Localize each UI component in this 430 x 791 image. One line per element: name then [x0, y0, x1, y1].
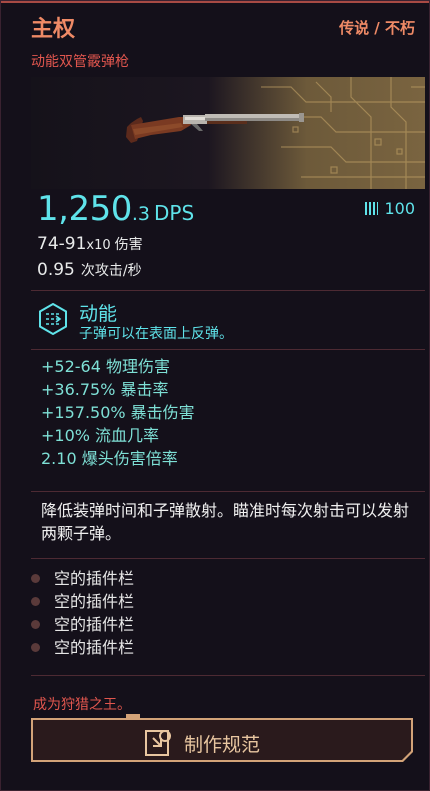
- tech-description: 子弹可以在表面上反弹。: [79, 326, 233, 342]
- mod-slot[interactable]: 空的插件栏: [31, 590, 134, 613]
- divider: [31, 675, 425, 676]
- weapon-image: [31, 77, 425, 189]
- damage-row: 74-91x10 伤害: [37, 234, 143, 254]
- bonus-stat: +52-64 物理伤害: [41, 357, 170, 376]
- slot-dot-icon: [31, 574, 40, 583]
- bonus-stat: 2.10 爆头伤害倍率: [41, 449, 178, 468]
- top-accent-line: [1, 1, 429, 3]
- bonus-stats: +52-64 物理伤害 +36.75% 暴击率 +157.50% 暴击伤害 +1…: [41, 355, 195, 470]
- crafting-spec-button-inner: 制作规范: [33, 720, 411, 760]
- kinetic-tech-icon: [39, 303, 67, 335]
- mod-slot-label: 空的插件栏: [54, 638, 135, 657]
- divider: [31, 290, 425, 291]
- mod-slot-label: 空的插件栏: [54, 615, 135, 634]
- divider: [31, 349, 425, 350]
- crafting-spec-label: 制作规范: [183, 734, 260, 756]
- mod-slot[interactable]: 空的插件栏: [31, 567, 134, 590]
- attack-rate-row: 0.95 次攻击/秒: [37, 260, 142, 280]
- slot-dot-icon: [31, 643, 40, 652]
- dps-decimal: .3: [131, 203, 150, 225]
- item-description: 降低装弹时间和子弹散射。瞄准时每次射击可以发射两颗子弹。: [41, 501, 410, 543]
- item-rarity: 传说 / 不朽: [339, 19, 415, 37]
- tech-type: 动能: [79, 303, 118, 325]
- slot-dot-icon: [31, 597, 40, 606]
- crafting-spec-button[interactable]: 制作规范: [31, 718, 413, 762]
- divider: [31, 558, 425, 559]
- bonus-stat: +10% 流血几率: [41, 426, 160, 445]
- slot-dot-icon: [31, 620, 40, 629]
- item-name: 主权: [31, 17, 76, 42]
- mod-slot[interactable]: 空的插件栏: [31, 613, 134, 636]
- bonus-stat: +157.50% 暴击伤害: [41, 403, 195, 422]
- item-tooltip: 主权 传说 / 不朽 动能双管霰弹枪 1,250.3 DPS 100 74-91…: [0, 0, 430, 791]
- circuit-pattern: [261, 77, 425, 189]
- mod-slot-label: 空的插件栏: [54, 569, 135, 588]
- dps-integer: 1,250: [37, 189, 132, 229]
- item-subtype: 动能双管霰弹枪: [31, 54, 129, 70]
- bonus-stat: +36.75% 暴击率: [41, 380, 169, 399]
- damage-value: 74-91: [37, 234, 87, 254]
- mod-slot[interactable]: 空的插件栏: [31, 636, 134, 659]
- shotgun-silhouette: [126, 113, 304, 143]
- attack-rate-value: 0.95: [37, 260, 75, 280]
- attack-rate-label: 次攻击/秒: [80, 263, 142, 279]
- mod-slots: 空的插件栏 空的插件栏 空的插件栏 空的插件栏: [31, 567, 134, 659]
- damage-multiplier: x10: [86, 238, 111, 253]
- ammo-count: 100: [365, 199, 415, 218]
- flavor-quote: 成为狩猎之王。: [33, 697, 131, 713]
- divider: [31, 491, 425, 492]
- ammo-icon: [365, 202, 379, 215]
- mod-slot-label: 空的插件栏: [54, 592, 135, 611]
- dps-unit: DPS: [153, 201, 195, 225]
- dps-value: 1,250.3 DPS: [37, 189, 194, 229]
- shotgun-image: [126, 77, 425, 189]
- ammo-value: 100: [384, 199, 415, 218]
- damage-label: 伤害: [114, 237, 143, 253]
